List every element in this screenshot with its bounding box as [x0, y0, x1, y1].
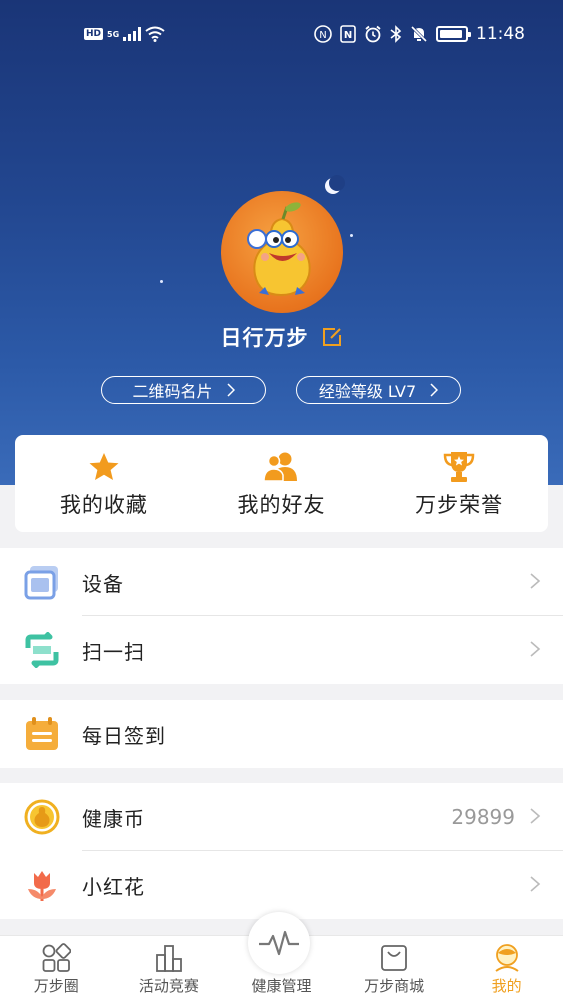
moon-decoration [325, 175, 345, 194]
star-decoration [350, 234, 353, 237]
honors-label: 万步荣誉 [415, 492, 504, 517]
trophy-icon [443, 451, 475, 482]
menu-item-scan[interactable]: 扫一扫 [0, 616, 563, 684]
tab-label: 万步商城 [364, 977, 425, 995]
wifi-icon [145, 26, 165, 42]
quick-actions-card: 我的收藏 我的好友 万步荣誉 [15, 435, 548, 532]
tab-mall[interactable]: 万步商城 [338, 936, 451, 1000]
chevron-right-icon [430, 383, 439, 397]
favorites-label: 我的收藏 [59, 492, 148, 517]
menu-group-checkin: 每日签到 [0, 700, 563, 768]
honors-button[interactable]: 万步荣誉 [384, 449, 534, 519]
calendar-icon [26, 717, 58, 750]
tab-label: 健康管理 [251, 977, 312, 995]
device-icon [24, 566, 58, 600]
menu-item-label: 每日签到 [82, 723, 166, 748]
hd-badge: HD [84, 28, 104, 40]
menu-group-rewards: 健康币 29899 小红花 [0, 783, 563, 919]
profile-icon [495, 944, 519, 972]
friends-label: 我的好友 [237, 492, 326, 517]
signal-icon [123, 27, 142, 41]
coin-gourd-icon [24, 799, 60, 835]
menu-item-device[interactable]: 设备 [0, 548, 563, 616]
status-bar: HD 5G N N 11:48 [0, 0, 563, 72]
tab-wanbu-circle[interactable]: 万步圈 [0, 936, 113, 1000]
star-decoration [160, 280, 163, 283]
tulip-icon [28, 871, 56, 901]
chevron-right-icon [530, 573, 541, 589]
menu-group-tools: 设备 扫一扫 [0, 548, 563, 684]
status-time: 11:48 [476, 24, 525, 44]
alarm-icon [365, 25, 381, 43]
chevron-right-icon [530, 876, 541, 892]
tab-mine[interactable]: 我的 [450, 936, 563, 1000]
favorites-button[interactable]: 我的收藏 [29, 449, 179, 519]
bluetooth-icon [390, 25, 402, 43]
svg-text:N: N [344, 30, 352, 41]
avatar[interactable] [221, 191, 343, 313]
scan-icon [25, 632, 59, 668]
level-button[interactable]: 经验等级 LV7 [296, 376, 461, 404]
username-row: 日行万步 [0, 322, 563, 352]
pear-mascot-icon [247, 202, 311, 297]
star-icon [89, 452, 119, 480]
username: 日行万步 [220, 326, 309, 350]
tab-competitions[interactable]: 活动竞赛 [113, 936, 226, 1000]
menu-item-label: 小红花 [82, 874, 145, 899]
qr-card-button[interactable]: 二维码名片 [101, 376, 266, 404]
tab-label: 我的 [491, 977, 522, 995]
qr-card-label: 二维码名片 [132, 382, 213, 401]
menu-item-coins[interactable]: 健康币 29899 [0, 783, 563, 851]
heartbeat-icon [259, 930, 299, 956]
menu-item-checkin[interactable]: 每日签到 [0, 700, 563, 768]
bar-podium-icon [155, 945, 182, 972]
tab-label: 万步圈 [33, 977, 79, 995]
mute-icon [410, 25, 428, 43]
battery-icon [436, 26, 471, 42]
circle-grid-icon [42, 943, 72, 972]
menu-item-flowers[interactable]: 小红花 [0, 851, 563, 919]
friends-button[interactable]: 我的好友 [206, 449, 356, 519]
nfc-icon: N [314, 25, 332, 43]
menu-item-label: 健康币 [82, 806, 145, 831]
nfc-tag-icon: N [340, 25, 356, 43]
friends-icon [263, 452, 298, 482]
tab-label: 活动竞赛 [138, 977, 199, 995]
chevron-right-icon [530, 808, 541, 824]
chevron-right-icon [530, 641, 541, 657]
menu-item-label: 设备 [82, 571, 124, 596]
svg-text:N: N [319, 30, 326, 41]
health-center-button[interactable] [248, 912, 310, 974]
menu-item-label: 扫一扫 [82, 639, 145, 664]
shopping-bag-icon [381, 945, 407, 971]
network-type: 5G [107, 29, 120, 39]
level-label: 经验等级 LV7 [318, 382, 417, 401]
edit-icon[interactable] [321, 326, 343, 348]
coins-value: 29899 [451, 805, 515, 829]
chevron-right-icon [226, 383, 235, 397]
